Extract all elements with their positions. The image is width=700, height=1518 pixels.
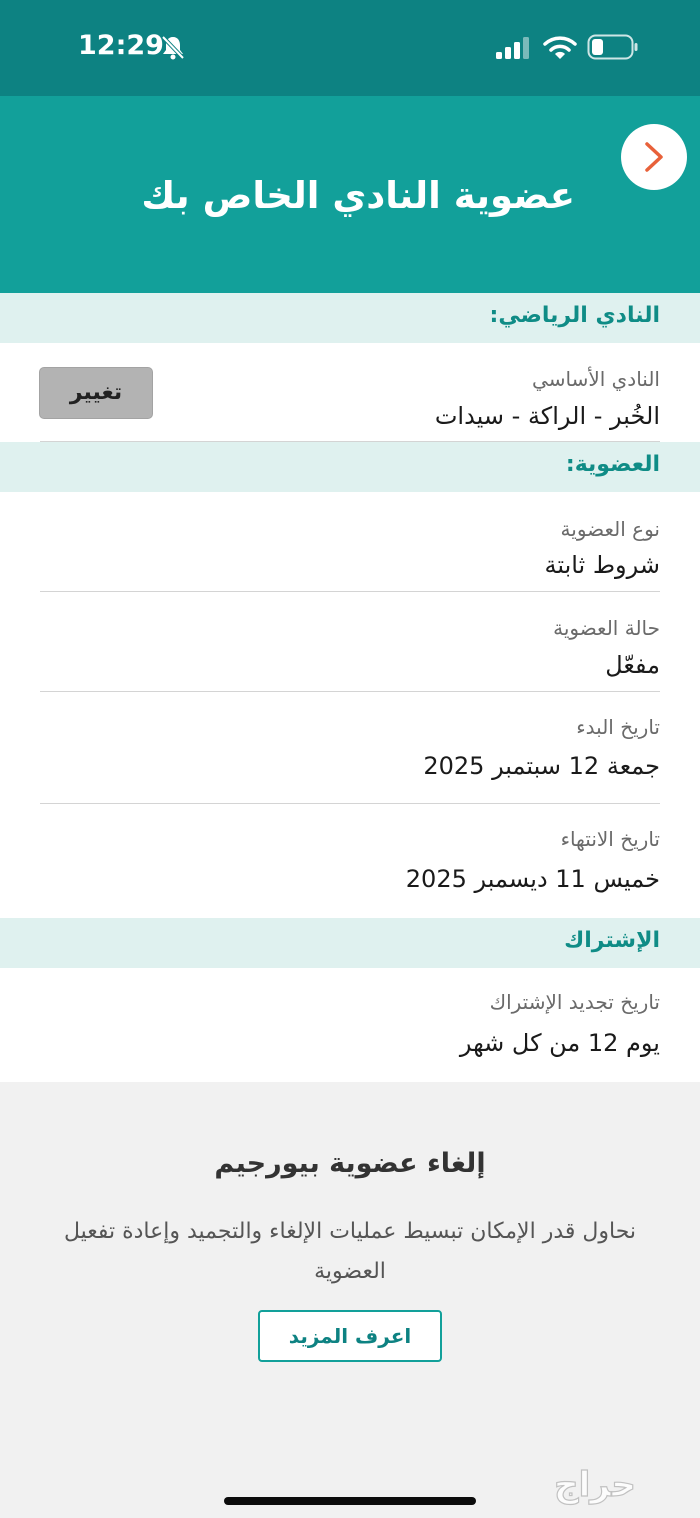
divider xyxy=(40,691,660,692)
svg-text:حراج: حراج xyxy=(554,1465,636,1505)
divider xyxy=(40,591,660,592)
home-indicator[interactable] xyxy=(224,1497,476,1505)
change-club-button[interactable]: تغيير xyxy=(39,367,153,419)
cancel-membership-description: نحاول قدر الإمكان تبسيط عمليات الإلغاء و… xyxy=(63,1219,637,1284)
divider xyxy=(40,803,660,804)
learn-more-button[interactable]: اعرف المزيد xyxy=(258,1310,442,1362)
status-time: 12:29 xyxy=(78,30,164,61)
membership-details: النادي الرياضي: النادي الأساسي الخُبر - … xyxy=(0,293,700,1082)
status-bar: 12:29 xyxy=(0,0,700,96)
club-section-title: النادي الرياضي: xyxy=(489,303,660,328)
cellular-signal-icon xyxy=(496,37,529,59)
club-section-header: النادي الرياضي: xyxy=(0,293,700,343)
cancel-membership-title: إلغاء عضوية بيورجيم xyxy=(214,1148,486,1179)
home-club-label: النادي الأساسي xyxy=(532,367,660,391)
membership-section-title: العضوية: xyxy=(565,452,660,477)
membership-status-value: مفعّل xyxy=(605,651,660,679)
end-date-value: خميس 11 ديسمبر 2025 xyxy=(405,865,660,893)
membership-type-value: شروط ثابتة xyxy=(544,551,660,579)
subscription-section-header: الإشتراك xyxy=(0,918,700,968)
start-date-label: تاريخ البدء xyxy=(576,715,660,739)
membership-section-header: العضوية: xyxy=(0,442,700,492)
bell-slash-icon xyxy=(161,35,185,60)
page-title: عضوية النادي الخاص بك xyxy=(141,174,575,217)
back-button[interactable] xyxy=(621,124,687,190)
start-date-value: جمعة 12 سبتمبر 2025 xyxy=(423,752,660,780)
renewal-date-value: يوم 12 من كل شهر xyxy=(459,1029,660,1057)
renewal-date-label: تاريخ تجديد الإشتراك xyxy=(489,990,660,1014)
subscription-section-title: الإشتراك xyxy=(564,928,660,953)
page-header: عضوية النادي الخاص بك xyxy=(0,96,700,293)
membership-type-label: نوع العضوية xyxy=(560,517,660,541)
home-club-value: الخُبر - الراكة - سيدات xyxy=(434,402,660,430)
battery-icon xyxy=(587,34,638,60)
membership-status-label: حالة العضوية xyxy=(553,616,660,640)
end-date-label: تاريخ الانتهاء xyxy=(560,827,660,851)
chevron-right-icon xyxy=(645,142,663,172)
wifi-icon xyxy=(543,36,577,59)
haraj-watermark-logo: حراج xyxy=(553,1464,636,1505)
